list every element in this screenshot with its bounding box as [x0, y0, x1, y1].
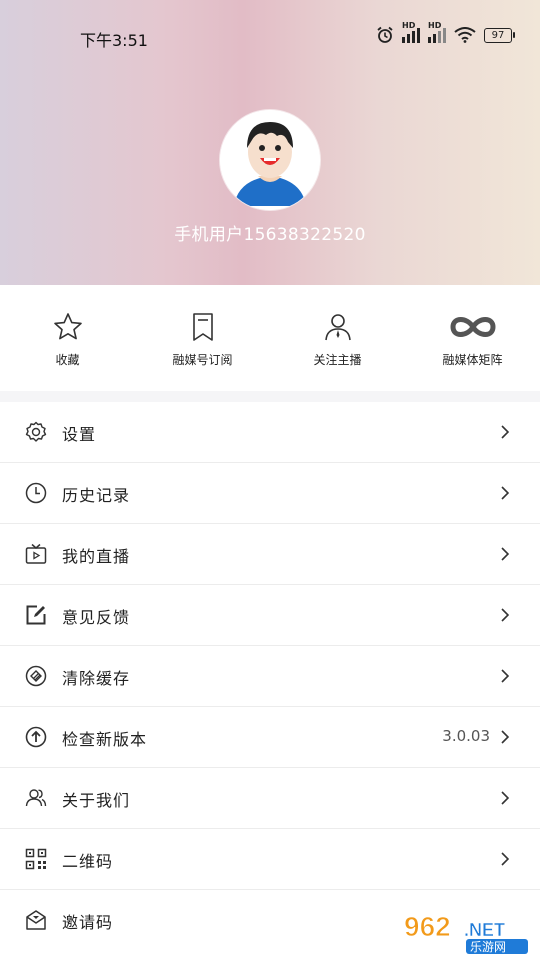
chevron-right-icon [501, 730, 510, 744]
infinity-icon [449, 317, 496, 337]
tv-icon [25, 543, 47, 564]
quick-label: 收藏 [55, 353, 80, 367]
status-bar: 下午3:51 HD HD 97 [0, 0, 540, 74]
menu-row-feedback[interactable]: 意见反馈 [0, 585, 540, 646]
menu-row-qrcode[interactable]: 二维码 [0, 829, 540, 890]
watermark-domain: .NET [464, 920, 505, 940]
quick-actions: 收藏 融媒号订阅 关注主播 融媒体矩阵 [0, 285, 540, 391]
alarm-icon [377, 26, 393, 43]
menu-label: 关于我们 [62, 791, 131, 810]
quick-label: 融媒号订阅 [172, 353, 233, 367]
watermark-site-name: 乐游网 [470, 940, 506, 954]
chevron-right-icon [501, 486, 510, 500]
menu-row-my-live[interactable]: 我的直播 [0, 524, 540, 585]
menu-list: 设置 历史记录 我的直播 意见反馈 清除缓存 检查新版本 3.0.03 关于我们… [0, 402, 540, 960]
battery-icon: 97 [484, 27, 515, 43]
hd-label-1: HD [402, 21, 416, 30]
wifi-icon [454, 27, 476, 43]
chevron-right-icon [501, 791, 510, 805]
quick-label: 关注主播 [313, 353, 362, 367]
avatar-image [220, 110, 320, 210]
version-value: 3.0.03 [442, 727, 490, 745]
clock-icon [25, 482, 47, 504]
qrcode-icon [25, 848, 47, 870]
menu-row-clear-cache[interactable]: 清除缓存 [0, 646, 540, 707]
person-icon [324, 314, 351, 341]
menu-label: 意见反馈 [62, 608, 131, 627]
menu-row-check-update[interactable]: 检查新版本 3.0.03 [0, 707, 540, 768]
menu-row-settings[interactable]: 设置 [0, 402, 540, 463]
watermark-logo: 962 .NET 乐游网 [404, 911, 528, 954]
status-icons: HD HD 97 [376, 21, 515, 44]
profile-header: 下午3:51 HD HD 97 手机用户15638322520 [0, 0, 540, 285]
menu-label: 清除缓存 [62, 669, 131, 688]
chevron-right-icon [501, 669, 510, 683]
clear-cache-icon [25, 665, 47, 687]
chevron-right-icon [501, 547, 510, 561]
quick-media-matrix[interactable]: 融媒体矩阵 [405, 285, 540, 391]
quick-favorites[interactable]: 收藏 [0, 285, 135, 391]
chevron-right-icon [501, 608, 510, 622]
menu-label: 二维码 [62, 852, 114, 871]
username[interactable]: 手机用户15638322520 [0, 220, 540, 245]
avatar[interactable] [220, 110, 320, 210]
signal-icon-2: HD [428, 21, 446, 43]
quick-label: 融媒体矩阵 [442, 353, 503, 367]
people-icon [25, 789, 47, 807]
menu-row-about-us[interactable]: 关于我们 [0, 768, 540, 829]
chevron-right-icon [501, 425, 510, 439]
edit-icon [26, 605, 46, 625]
status-time: 下午3:51 [80, 31, 148, 50]
chevron-right-icon [501, 852, 510, 866]
star-icon [53, 313, 82, 340]
menu-label: 设置 [62, 425, 97, 444]
hd-label-2: HD [428, 21, 442, 30]
menu-row-history[interactable]: 历史记录 [0, 463, 540, 524]
menu-label: 邀请码 [62, 913, 114, 932]
envelope-icon [26, 910, 46, 930]
signal-icon-1: HD [402, 21, 420, 43]
quick-follow-anchor[interactable]: 关注主播 [270, 285, 405, 391]
quick-subscriptions[interactable]: 融媒号订阅 [135, 285, 270, 391]
upload-icon [25, 726, 47, 748]
gear-icon [25, 421, 47, 442]
menu-label: 历史记录 [62, 486, 131, 505]
menu-label: 我的直播 [62, 547, 131, 566]
bookmark-icon [192, 313, 213, 341]
watermark-number: 962 [404, 911, 451, 942]
menu-label: 检查新版本 [62, 730, 148, 749]
